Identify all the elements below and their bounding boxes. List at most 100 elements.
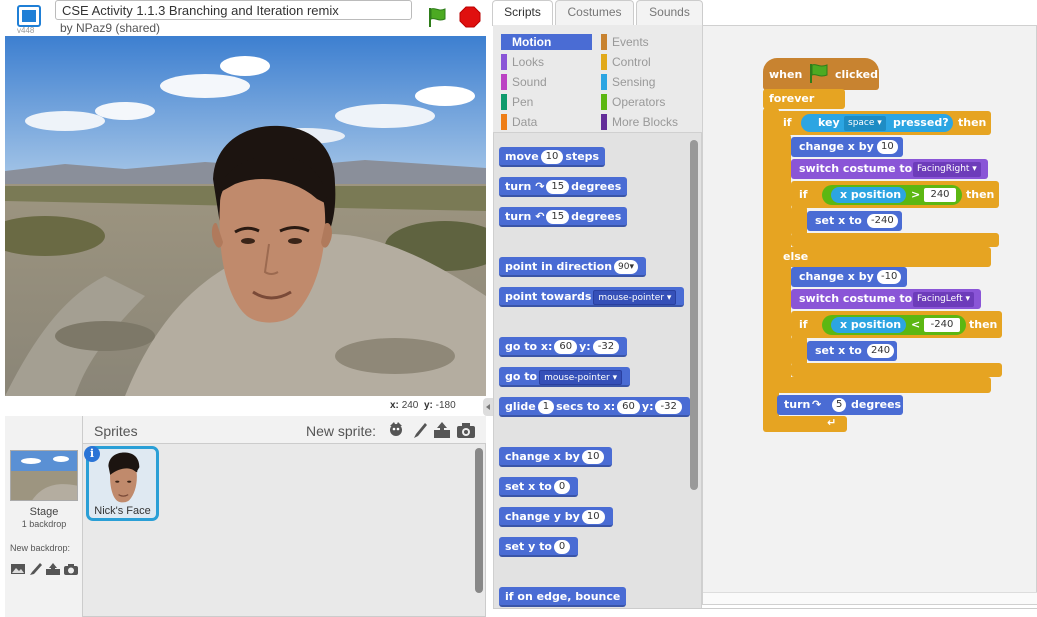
y-coord-label: y:	[423, 400, 433, 411]
go-to-dropdown[interactable]: mouse-pointer ▾	[539, 369, 623, 385]
tab-sounds[interactable]: Sounds	[636, 0, 703, 25]
stage-thumbnail[interactable]	[10, 450, 78, 501]
upload-sprite-icon[interactable]	[432, 420, 452, 440]
value-input[interactable]: 0	[553, 480, 571, 494]
steps-input[interactable]: 10	[540, 150, 564, 164]
value-input[interactable]: 240	[924, 188, 956, 202]
degrees-input[interactable]: 15	[546, 180, 570, 194]
if-foot	[791, 363, 1002, 377]
category-label: Sound	[512, 75, 547, 89]
block-text: secs to x:	[556, 400, 616, 413]
reporter-text: x position	[840, 188, 902, 201]
move-steps-block[interactable]: move 10 steps	[499, 147, 606, 167]
x-input[interactable]: 60	[554, 340, 578, 354]
category-label: Data	[512, 115, 538, 129]
point-towards-block[interactable]: point towards mouse-pointer ▾	[499, 287, 685, 307]
upload-backdrop-icon[interactable]	[45, 562, 61, 576]
tab-scripts[interactable]: Scripts	[492, 0, 553, 26]
block-text: move	[505, 150, 539, 163]
direction-dropdown[interactable]: 90▾	[614, 260, 639, 274]
change-x-block[interactable]: change x by 10	[499, 447, 613, 467]
key-dropdown[interactable]: space ▾	[844, 116, 886, 131]
value-input[interactable]: 0	[553, 540, 571, 554]
degrees-input[interactable]: 15	[546, 210, 570, 224]
turn-right-block[interactable]: turn ↷ 15 degrees	[499, 177, 628, 197]
category-operators[interactable]: Operators	[601, 94, 696, 110]
glide-block[interactable]: glide 1 secs to x: 60 y: -32	[499, 397, 690, 417]
category-motion[interactable]: Motion	[501, 34, 592, 50]
collapse-stage-handle[interactable]	[483, 398, 493, 416]
paint-new-sprite-icon[interactable]	[410, 420, 430, 440]
mouse-coordinates-readout: x: 240 y: -180	[390, 400, 456, 411]
y-input[interactable]: -32	[592, 340, 620, 354]
value-input[interactable]: 10	[581, 450, 605, 464]
category-events[interactable]: Events	[601, 34, 696, 50]
palette-scrollbar[interactable]	[690, 140, 698, 490]
category-pen[interactable]: Pen	[501, 94, 592, 110]
operator-symbol: >	[911, 188, 921, 201]
sprite-info-icon[interactable]: i	[84, 446, 100, 462]
category-looks[interactable]: Looks	[501, 54, 592, 70]
if-foot	[791, 233, 999, 247]
x-input[interactable]: 60	[617, 400, 640, 414]
costume-dropdown[interactable]: FacingLeft ▾	[913, 292, 975, 307]
paint-new-backdrop-icon[interactable]	[28, 562, 44, 576]
if-text: if	[799, 318, 808, 331]
category-more-blocks[interactable]: More Blocks	[601, 114, 696, 130]
y-input[interactable]: -32	[655, 400, 682, 414]
dropdown-value: mouse-pointer	[598, 292, 665, 303]
fullscreen-toggle-icon[interactable]	[17, 5, 41, 27]
category-sound[interactable]: Sound	[501, 74, 592, 90]
block-text: turn	[784, 398, 811, 411]
costume-dropdown[interactable]: FacingRight ▾	[913, 162, 981, 177]
camera-sprite-icon[interactable]	[456, 420, 476, 440]
sprite-list-scrollbar[interactable]	[475, 448, 483, 593]
set-y-block[interactable]: set y to 0	[499, 537, 579, 557]
block-text: turn	[505, 180, 532, 193]
block-text: set x to	[505, 480, 552, 493]
dropdown-value: FacingRight	[917, 164, 970, 174]
tab-costumes[interactable]: Costumes	[555, 0, 634, 25]
project-title-input[interactable]	[55, 0, 412, 20]
block-text: go to x:	[505, 340, 553, 353]
project-author: by NPaz9 (shared)	[60, 21, 161, 35]
choose-backdrop-from-library-icon[interactable]	[10, 562, 26, 576]
value-input[interactable]: -240	[924, 318, 960, 332]
category-label: Looks	[512, 55, 545, 69]
value-input[interactable]: 10	[581, 510, 605, 524]
choose-sprite-from-library-icon[interactable]	[386, 420, 406, 440]
secs-input[interactable]: 1	[537, 400, 555, 414]
stage-canvas[interactable]	[5, 36, 486, 396]
green-flag-icon[interactable]	[426, 6, 448, 28]
go-to-xy-block[interactable]: go to x: 60 y: -32	[499, 337, 628, 357]
value-input[interactable]: 10	[877, 140, 898, 154]
value-input[interactable]: -10	[877, 270, 902, 284]
value-input[interactable]: 240	[867, 344, 895, 358]
reporter-text: x position	[840, 318, 902, 331]
turn-left-block[interactable]: turn ↶ 15 degrees	[499, 207, 628, 227]
value-input[interactable]: -240	[867, 214, 898, 228]
category-data[interactable]: Data	[501, 114, 592, 130]
script-area-hscrollbar[interactable]	[703, 592, 1037, 604]
category-sensing[interactable]: Sensing	[601, 74, 696, 90]
set-x-block[interactable]: set x to 0	[499, 477, 579, 497]
towards-dropdown[interactable]: mouse-pointer ▾	[593, 289, 677, 305]
version-label: v448	[17, 26, 35, 35]
sprite-name: Nick's Face	[94, 505, 151, 517]
loop-arrow-icon: ↵	[827, 416, 837, 429]
dropdown-value: FacingLeft	[917, 294, 963, 304]
nicks-face-sprite[interactable]	[205, 124, 340, 329]
go-to-block[interactable]: go to mouse-pointer ▾	[499, 367, 631, 387]
stage-label: Stage	[29, 506, 59, 518]
hat-clicked-text: clicked	[835, 68, 878, 81]
point-in-direction-block[interactable]: point in direction 90▾	[499, 257, 647, 277]
camera-backdrop-icon[interactable]	[63, 562, 79, 576]
block-text: change x by	[799, 140, 874, 153]
bounce-block[interactable]: if on edge, bounce	[499, 587, 627, 607]
block-text: go to	[505, 370, 538, 383]
category-control[interactable]: Control	[601, 54, 696, 70]
change-y-block[interactable]: change y by 10	[499, 507, 613, 527]
stop-sign-icon[interactable]	[459, 6, 481, 28]
block-text: y:	[641, 400, 654, 413]
block-text: point towards	[505, 290, 592, 303]
